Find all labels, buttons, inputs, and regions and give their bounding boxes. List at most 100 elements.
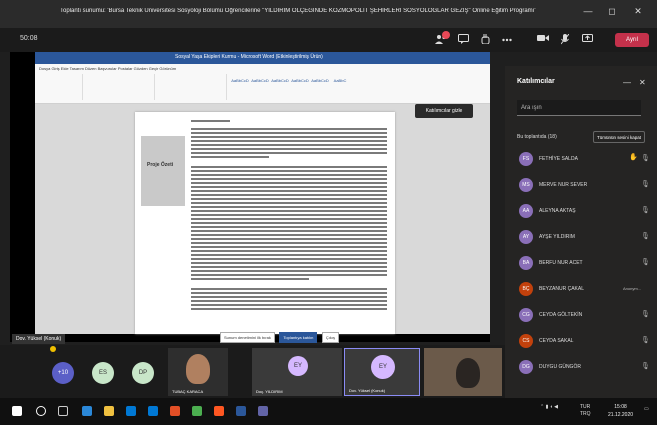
mail-icon[interactable] bbox=[148, 406, 158, 416]
store-icon[interactable] bbox=[126, 406, 136, 416]
style-normal: AaBbCcD bbox=[231, 78, 249, 83]
microphone-icon[interactable] bbox=[558, 33, 572, 47]
word-ribbon: Dosya Giriş Ekle Tasarım Düzen Başvurula… bbox=[35, 64, 490, 104]
notifications-icon[interactable]: ▭ bbox=[644, 406, 649, 412]
office-icon[interactable] bbox=[170, 406, 180, 416]
paragraph-group bbox=[157, 74, 227, 100]
mic-off-icon: 🎙 bbox=[641, 233, 650, 240]
join-button[interactable]: Toplantıya katılın bbox=[279, 332, 318, 343]
raise-hand-icon[interactable] bbox=[478, 34, 492, 46]
participant-row[interactable]: CG CEYDA GÖLTEKİN 🎙 bbox=[513, 306, 653, 324]
avatar: DG bbox=[519, 360, 533, 374]
close-panel-icon[interactable]: ✕ bbox=[639, 78, 646, 87]
keyboard-layout: TRQ bbox=[580, 411, 591, 417]
speaking-indicator-icon bbox=[50, 346, 56, 352]
more-participants-bubble[interactable]: +10 bbox=[52, 362, 74, 384]
start-icon[interactable] bbox=[12, 406, 22, 416]
participant-row[interactable]: CS CEYDA SAKAL 🎙 bbox=[513, 332, 653, 350]
font-group bbox=[85, 74, 155, 100]
meeting-timer: 50:08 bbox=[20, 35, 38, 42]
avatar: BÇ bbox=[519, 282, 533, 296]
paragraph-4 bbox=[191, 286, 387, 312]
exit-button[interactable]: Çıkış bbox=[321, 332, 339, 343]
video-tile[interactable]: TUBAÇ KARACA bbox=[168, 348, 228, 396]
tray-icons[interactable]: ⌃ ▮ ◖ ◀ bbox=[540, 404, 558, 410]
task-view-icon[interactable] bbox=[58, 406, 68, 416]
edge-icon[interactable] bbox=[82, 406, 92, 416]
participant-name: AYŞE YILDIRIM bbox=[539, 234, 575, 240]
restore-button[interactable]: ◻ bbox=[604, 6, 620, 17]
ribbon-tabs: Dosya Giriş Ekle Tasarım Düzen Başvurula… bbox=[39, 66, 177, 71]
avatar: CS bbox=[519, 334, 533, 348]
video-tile[interactable] bbox=[424, 348, 502, 396]
close-button[interactable]: ✕ bbox=[630, 6, 646, 17]
paragraph-2 bbox=[191, 126, 387, 160]
participant-row[interactable]: AA ALEYNA AKTAŞ 🎙 bbox=[513, 202, 653, 220]
mic-off-icon: 🎙 bbox=[641, 207, 650, 214]
clipboard-group bbox=[39, 74, 83, 100]
tile-name: Dov. Yüksel (Konuk) bbox=[349, 388, 386, 393]
minimize-button[interactable]: — bbox=[580, 6, 596, 16]
video-tile[interactable]: EY Doç. YILDIRIM bbox=[252, 348, 342, 396]
stop-presenting-button[interactable]: Sunum denetimini ilk bırak bbox=[220, 332, 275, 343]
tile-name: Doç. YILDIRIM bbox=[256, 389, 283, 394]
search-icon[interactable] bbox=[36, 406, 46, 416]
mute-all-button[interactable]: Tümünün sesini kapat bbox=[593, 131, 646, 143]
raised-hand-icon: ✋ bbox=[629, 154, 638, 161]
participants-panel: Katılımcılar — ✕ Ara ışın Bu toplantıda … bbox=[505, 66, 657, 398]
participant-bubble[interactable]: ES bbox=[92, 362, 114, 384]
leave-button[interactable]: Ayrıl bbox=[615, 33, 649, 47]
mic-off-icon: 🎙 bbox=[641, 259, 650, 266]
participant-row[interactable]: DG DUYGU GÜNGÖR 🎙 bbox=[513, 358, 653, 376]
style-title: AaBbCcD bbox=[311, 78, 329, 83]
participant-name: CEYDA SAKAL bbox=[539, 338, 574, 344]
participant-row[interactable]: BÇ BEYZANUR ÇAKAL Anonym... bbox=[513, 280, 653, 298]
mic-off-icon: 🎙 bbox=[641, 155, 650, 162]
mic-off-icon: 🎙 bbox=[641, 311, 650, 318]
avatar: AY bbox=[519, 230, 533, 244]
mic-off-icon: 🎙 bbox=[641, 181, 650, 188]
word-window: Sosyal Yaşa Ekipleri Kurmu - Microsoft W… bbox=[35, 52, 490, 343]
panel-title: Katılımcılar bbox=[517, 78, 555, 85]
taskbar-clock[interactable]: 15:08 21.12.2020 bbox=[608, 403, 633, 419]
language-indicator[interactable]: TUR TRQ bbox=[580, 404, 591, 418]
style-subtitle: AaBbC bbox=[333, 78, 347, 83]
word-title-bar: Sosyal Yaşa Ekipleri Kurmu - Microsoft W… bbox=[35, 52, 490, 64]
word-doc-title: Sosyal Yaşa Ekipleri Kurmu - Microsoft W… bbox=[175, 54, 323, 60]
chat-icon[interactable] bbox=[456, 34, 470, 46]
windows-taskbar: ⌃ ▮ ◖ ◀ TUR TRQ 15:08 21.12.2020 ▭ bbox=[0, 398, 657, 425]
participant-row[interactable]: BA BERFU NUR ACET 🎙 bbox=[513, 254, 653, 272]
teams-icon[interactable] bbox=[258, 406, 268, 416]
share-screen-icon[interactable] bbox=[580, 34, 594, 45]
style-heading1: AaBbCcD bbox=[271, 78, 289, 83]
app-icon[interactable] bbox=[214, 406, 224, 416]
participant-search-input[interactable]: Ara ışın bbox=[517, 100, 641, 116]
tile-name: TUBAÇ KARACA bbox=[172, 389, 204, 394]
participant-name: DUYGU GÜNGÖR bbox=[539, 364, 581, 370]
file-explorer-icon[interactable] bbox=[104, 406, 114, 416]
minimize-panel-icon[interactable]: — bbox=[623, 78, 631, 87]
participant-name: FETHİYE SALDA bbox=[539, 156, 578, 162]
participant-row[interactable]: FS FETHİYE SALDA ✋ 🎙 bbox=[513, 150, 653, 168]
participant-name: ALEYNA AKTAŞ bbox=[539, 208, 576, 214]
presenter-name-tag: Dov. Yüksel (Konuk) bbox=[12, 334, 66, 344]
hide-participants-tooltip: Katılımcılar gizle bbox=[415, 104, 473, 118]
participant-status: Anonym... bbox=[623, 286, 642, 291]
participant-bubble[interactable]: DP bbox=[132, 362, 154, 384]
participant-row[interactable]: AY AYŞE YILDIRIM 🎙 bbox=[513, 228, 653, 246]
paragraph-3 bbox=[191, 164, 387, 282]
meeting-toolbar: 50:08 Ayrıl bbox=[0, 28, 657, 52]
camera-icon[interactable] bbox=[536, 34, 550, 44]
title-bar: Toplantı sunumu: 'Bursa Teknik Üniversit… bbox=[0, 0, 657, 28]
word-icon[interactable] bbox=[236, 406, 246, 416]
video-tile[interactable]: EY Dov. Yüksel (Konuk) bbox=[344, 348, 420, 396]
more-options-icon[interactable] bbox=[500, 34, 514, 44]
participant-name: BEYZANUR ÇAKAL bbox=[539, 286, 585, 292]
participant-name: CEYDA GÖLTEKİN bbox=[539, 312, 583, 318]
tile-avatar: EY bbox=[288, 356, 308, 376]
participant-row[interactable]: MS MERVE NUR SEVER 🎙 bbox=[513, 176, 653, 194]
avatar: MS bbox=[519, 178, 533, 192]
chrome-icon[interactable] bbox=[192, 406, 202, 416]
screen: Toplantı sunumu: 'Bursa Teknik Üniversit… bbox=[0, 0, 657, 425]
participants-section-header[interactable]: Bu toplantıda (18) bbox=[517, 134, 557, 140]
